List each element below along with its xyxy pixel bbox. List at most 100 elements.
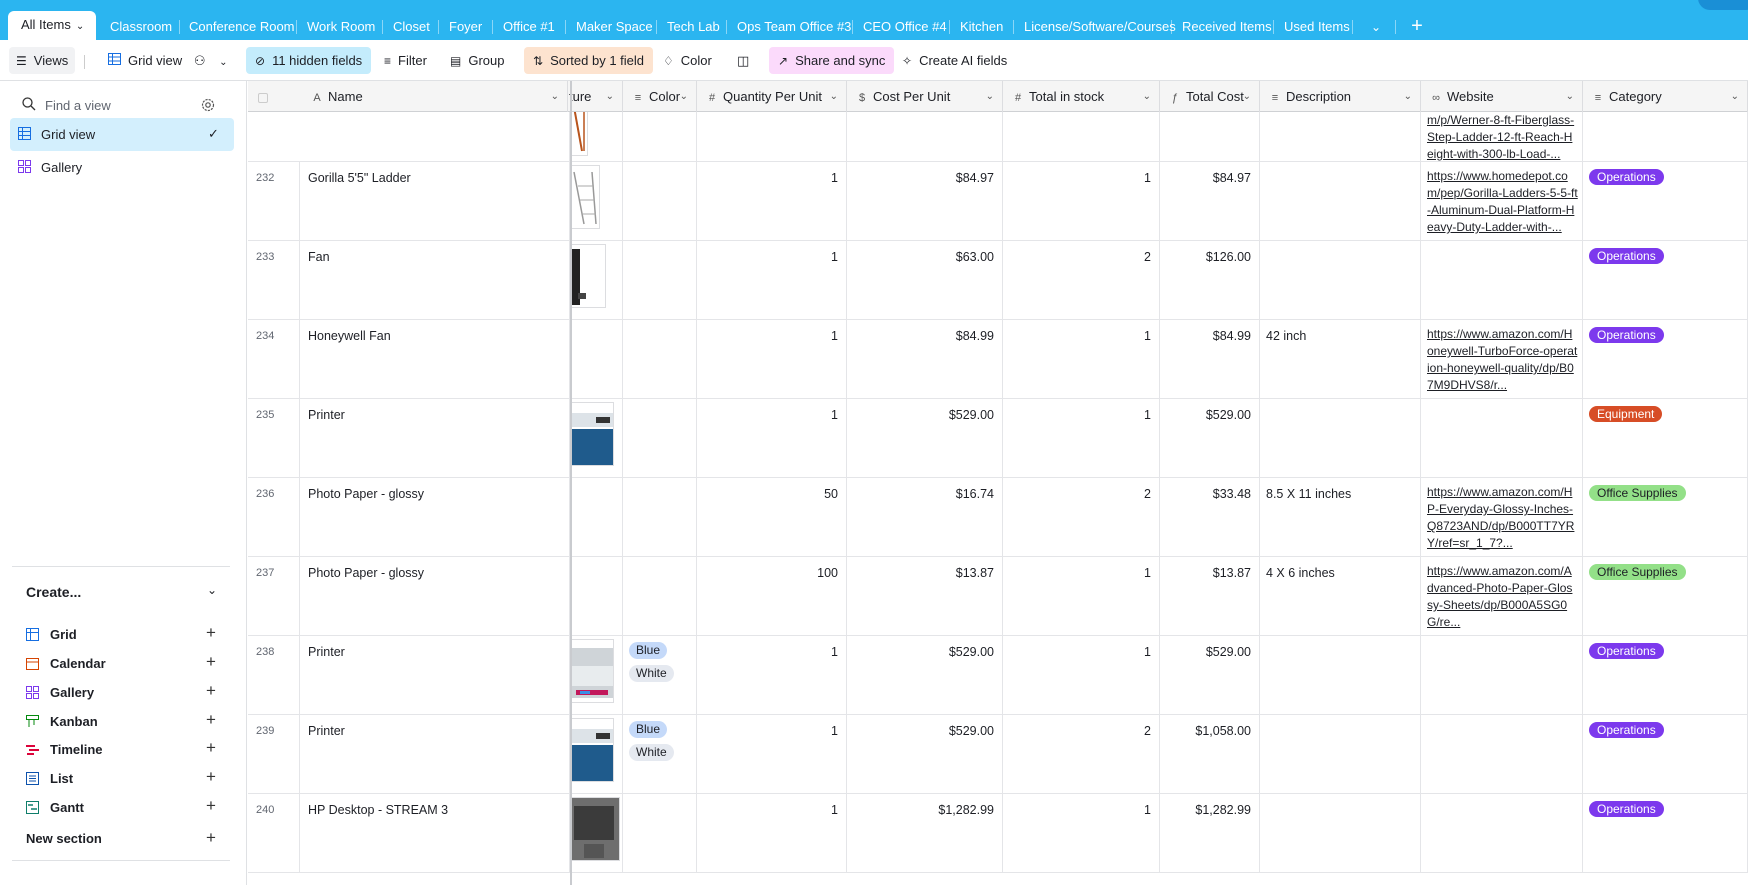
table-row[interactable]: 238 Printer Blue White 1 $529.00 1 $529.00 Opera… bbox=[248, 636, 1748, 715]
column-header-color[interactable]: ≡ Color ⌄ bbox=[623, 81, 697, 112]
column-header-description[interactable]: ≡ Description ⌄ bbox=[1260, 81, 1421, 112]
name-cell[interactable]: HP Desktop - STREAM 3 bbox=[300, 794, 570, 872]
category-cell[interactable]: Office Supplies bbox=[1583, 557, 1748, 635]
item-thumbnail[interactable] bbox=[570, 718, 614, 782]
stock-cell[interactable]: 2 bbox=[1003, 478, 1160, 556]
table-row[interactable]: 232 Gorilla 5'5" Ladder 1 $84.97 1 $84.97 http… bbox=[248, 162, 1748, 241]
website-link[interactable]: https://www.amazon.com/Advanced-Photo-Pa… bbox=[1427, 564, 1572, 629]
chevron-down-icon[interactable]: ⌄ bbox=[830, 81, 838, 112]
item-thumbnail[interactable] bbox=[570, 639, 614, 703]
chevron-down-icon[interactable]: ⌄ bbox=[1731, 81, 1739, 112]
color-cell[interactable] bbox=[623, 162, 697, 240]
name-cell[interactable]: Printer bbox=[300, 715, 570, 793]
plus-icon[interactable]: + bbox=[206, 710, 216, 730]
item-thumbnail[interactable] bbox=[570, 797, 620, 861]
cost-cell[interactable]: $63.00 bbox=[847, 241, 1003, 319]
table-row[interactable]: 234 Honeywell Fan 1 $84.99 1 $84.99 42 inch htt… bbox=[248, 320, 1748, 399]
row-height-button[interactable]: ◫ bbox=[728, 47, 758, 74]
sidebar-view-grid[interactable]: Grid view ✓ bbox=[10, 118, 234, 151]
column-header-stock[interactable]: # Total in stock ⌄ bbox=[1003, 81, 1160, 112]
name-cell[interactable]: Photo Paper - glossy bbox=[300, 557, 570, 635]
name-cell[interactable]: Photo Paper - glossy bbox=[300, 478, 570, 556]
color-cell[interactable] bbox=[623, 112, 697, 161]
color-cell[interactable] bbox=[623, 794, 697, 872]
item-thumbnail[interactable] bbox=[570, 165, 600, 229]
plus-icon[interactable]: + bbox=[206, 767, 216, 787]
website-cell[interactable]: m/p/Werner-8-ft-Fiberglass-Step-Ladder-1… bbox=[1421, 112, 1583, 161]
cost-cell[interactable]: $84.97 bbox=[847, 162, 1003, 240]
website-cell[interactable] bbox=[1421, 636, 1583, 714]
name-cell[interactable]: Honeywell Fan bbox=[300, 320, 570, 398]
plus-icon[interactable]: + bbox=[206, 738, 216, 758]
category-cell[interactable]: Operations bbox=[1583, 636, 1748, 714]
chevron-down-icon[interactable]: ⌄ bbox=[680, 81, 688, 112]
create-grid[interactable]: Grid + bbox=[26, 623, 226, 645]
create-timeline[interactable]: Timeline + bbox=[26, 738, 226, 760]
tab-closet[interactable]: Closet bbox=[393, 17, 430, 37]
color-cell[interactable] bbox=[623, 478, 697, 556]
tab-ceo-office-4[interactable]: CEO Office #4 bbox=[863, 17, 947, 37]
name-cell[interactable] bbox=[248, 112, 570, 161]
plus-icon[interactable]: + bbox=[206, 623, 216, 643]
description-cell[interactable] bbox=[1260, 241, 1421, 319]
row-number-cell[interactable]: 239 bbox=[248, 715, 300, 793]
create-section-heading[interactable]: Create... bbox=[26, 584, 81, 600]
select-all-checkbox[interactable] bbox=[258, 92, 268, 103]
color-cell[interactable] bbox=[623, 320, 697, 398]
tab-used-items[interactable]: Used Items bbox=[1284, 17, 1350, 37]
color-cell[interactable] bbox=[623, 241, 697, 319]
total-cost-cell[interactable]: $1,282.99 bbox=[1160, 794, 1260, 872]
gear-icon[interactable] bbox=[200, 97, 216, 113]
group-button[interactable]: ▤ Group bbox=[441, 47, 513, 74]
picture-cell[interactable] bbox=[570, 241, 623, 319]
category-cell[interactable]: Operations bbox=[1583, 794, 1748, 872]
column-header-total-cost[interactable]: ƒ Total Cost ⌄ bbox=[1160, 81, 1260, 112]
table-row[interactable]: 237 Photo Paper - glossy 100 $13.87 1 $13.87 4… bbox=[248, 557, 1748, 636]
color-cell[interactable] bbox=[623, 557, 697, 635]
description-cell[interactable] bbox=[1260, 112, 1421, 161]
row-number-cell[interactable]: 233 bbox=[248, 241, 300, 319]
row-number-cell[interactable]: 235 bbox=[248, 399, 300, 477]
picture-cell[interactable] bbox=[570, 636, 623, 714]
row-number-cell[interactable]: 236 bbox=[248, 478, 300, 556]
column-header-name[interactable]: A Name ⌄ bbox=[248, 81, 568, 112]
category-cell[interactable]: Operations bbox=[1583, 241, 1748, 319]
chevron-down-icon[interactable]: ⌄ bbox=[207, 583, 217, 597]
category-cell[interactable]: Equipment bbox=[1583, 399, 1748, 477]
website-cell[interactable]: https://www.amazon.com/HP-Everyday-Gloss… bbox=[1421, 478, 1583, 556]
stock-cell[interactable]: 2 bbox=[1003, 241, 1160, 319]
picture-cell[interactable] bbox=[570, 557, 623, 635]
total-cost-cell[interactable] bbox=[1160, 112, 1260, 161]
chevron-down-icon[interactable]: ⌄ bbox=[1404, 81, 1412, 112]
picture-cell[interactable] bbox=[570, 112, 623, 161]
tab-license-software-courses[interactable]: License/Software/Courses bbox=[1024, 17, 1176, 37]
total-cost-cell[interactable]: $529.00 bbox=[1160, 399, 1260, 477]
hidden-fields-button[interactable]: ⊘ 11 hidden fields bbox=[246, 47, 372, 74]
quantity-cell[interactable]: 100 bbox=[697, 557, 847, 635]
name-cell[interactable]: Fan bbox=[300, 241, 570, 319]
item-thumbnail[interactable] bbox=[570, 244, 606, 308]
row-number-cell[interactable]: 232 bbox=[248, 162, 300, 240]
cost-cell[interactable] bbox=[847, 112, 1003, 161]
chevron-down-icon[interactable]: ⌄ bbox=[76, 21, 84, 32]
website-cell[interactable] bbox=[1421, 794, 1583, 872]
website-link[interactable]: https://www.amazon.com/HP-Everyday-Gloss… bbox=[1427, 485, 1574, 550]
total-cost-cell[interactable]: $1,058.00 bbox=[1160, 715, 1260, 793]
tab-work-room[interactable]: Work Room bbox=[307, 17, 375, 37]
row-number-cell[interactable]: 234 bbox=[248, 320, 300, 398]
create-gantt[interactable]: Gantt + bbox=[26, 796, 226, 818]
name-cell[interactable]: Printer bbox=[300, 399, 570, 477]
chevron-down-icon[interactable]: ⌄ bbox=[551, 81, 559, 112]
description-cell[interactable] bbox=[1260, 794, 1421, 872]
color-cell[interactable] bbox=[623, 399, 697, 477]
tab-ops-team-office-3[interactable]: Ops Team Office #3 bbox=[737, 17, 851, 37]
stock-cell[interactable]: 1 bbox=[1003, 557, 1160, 635]
view-switcher-button[interactable]: Grid view ⚇ ⌄ bbox=[99, 47, 236, 74]
sidebar-view-gallery[interactable]: Gallery bbox=[10, 151, 234, 184]
description-cell[interactable]: 8.5 X 11 inches bbox=[1260, 478, 1421, 556]
description-cell[interactable] bbox=[1260, 636, 1421, 714]
create-ai-fields-button[interactable]: ✧ Create AI fields bbox=[893, 47, 1016, 74]
chevron-down-icon[interactable]: ⌄ bbox=[1243, 81, 1251, 112]
table-row[interactable]: 233 Fan 1 $63.00 2 $126.00 Operations bbox=[248, 241, 1748, 320]
table-row[interactable]: 240 HP Desktop - STREAM 3 1 $1,282.99 1 $1,28… bbox=[248, 794, 1748, 873]
